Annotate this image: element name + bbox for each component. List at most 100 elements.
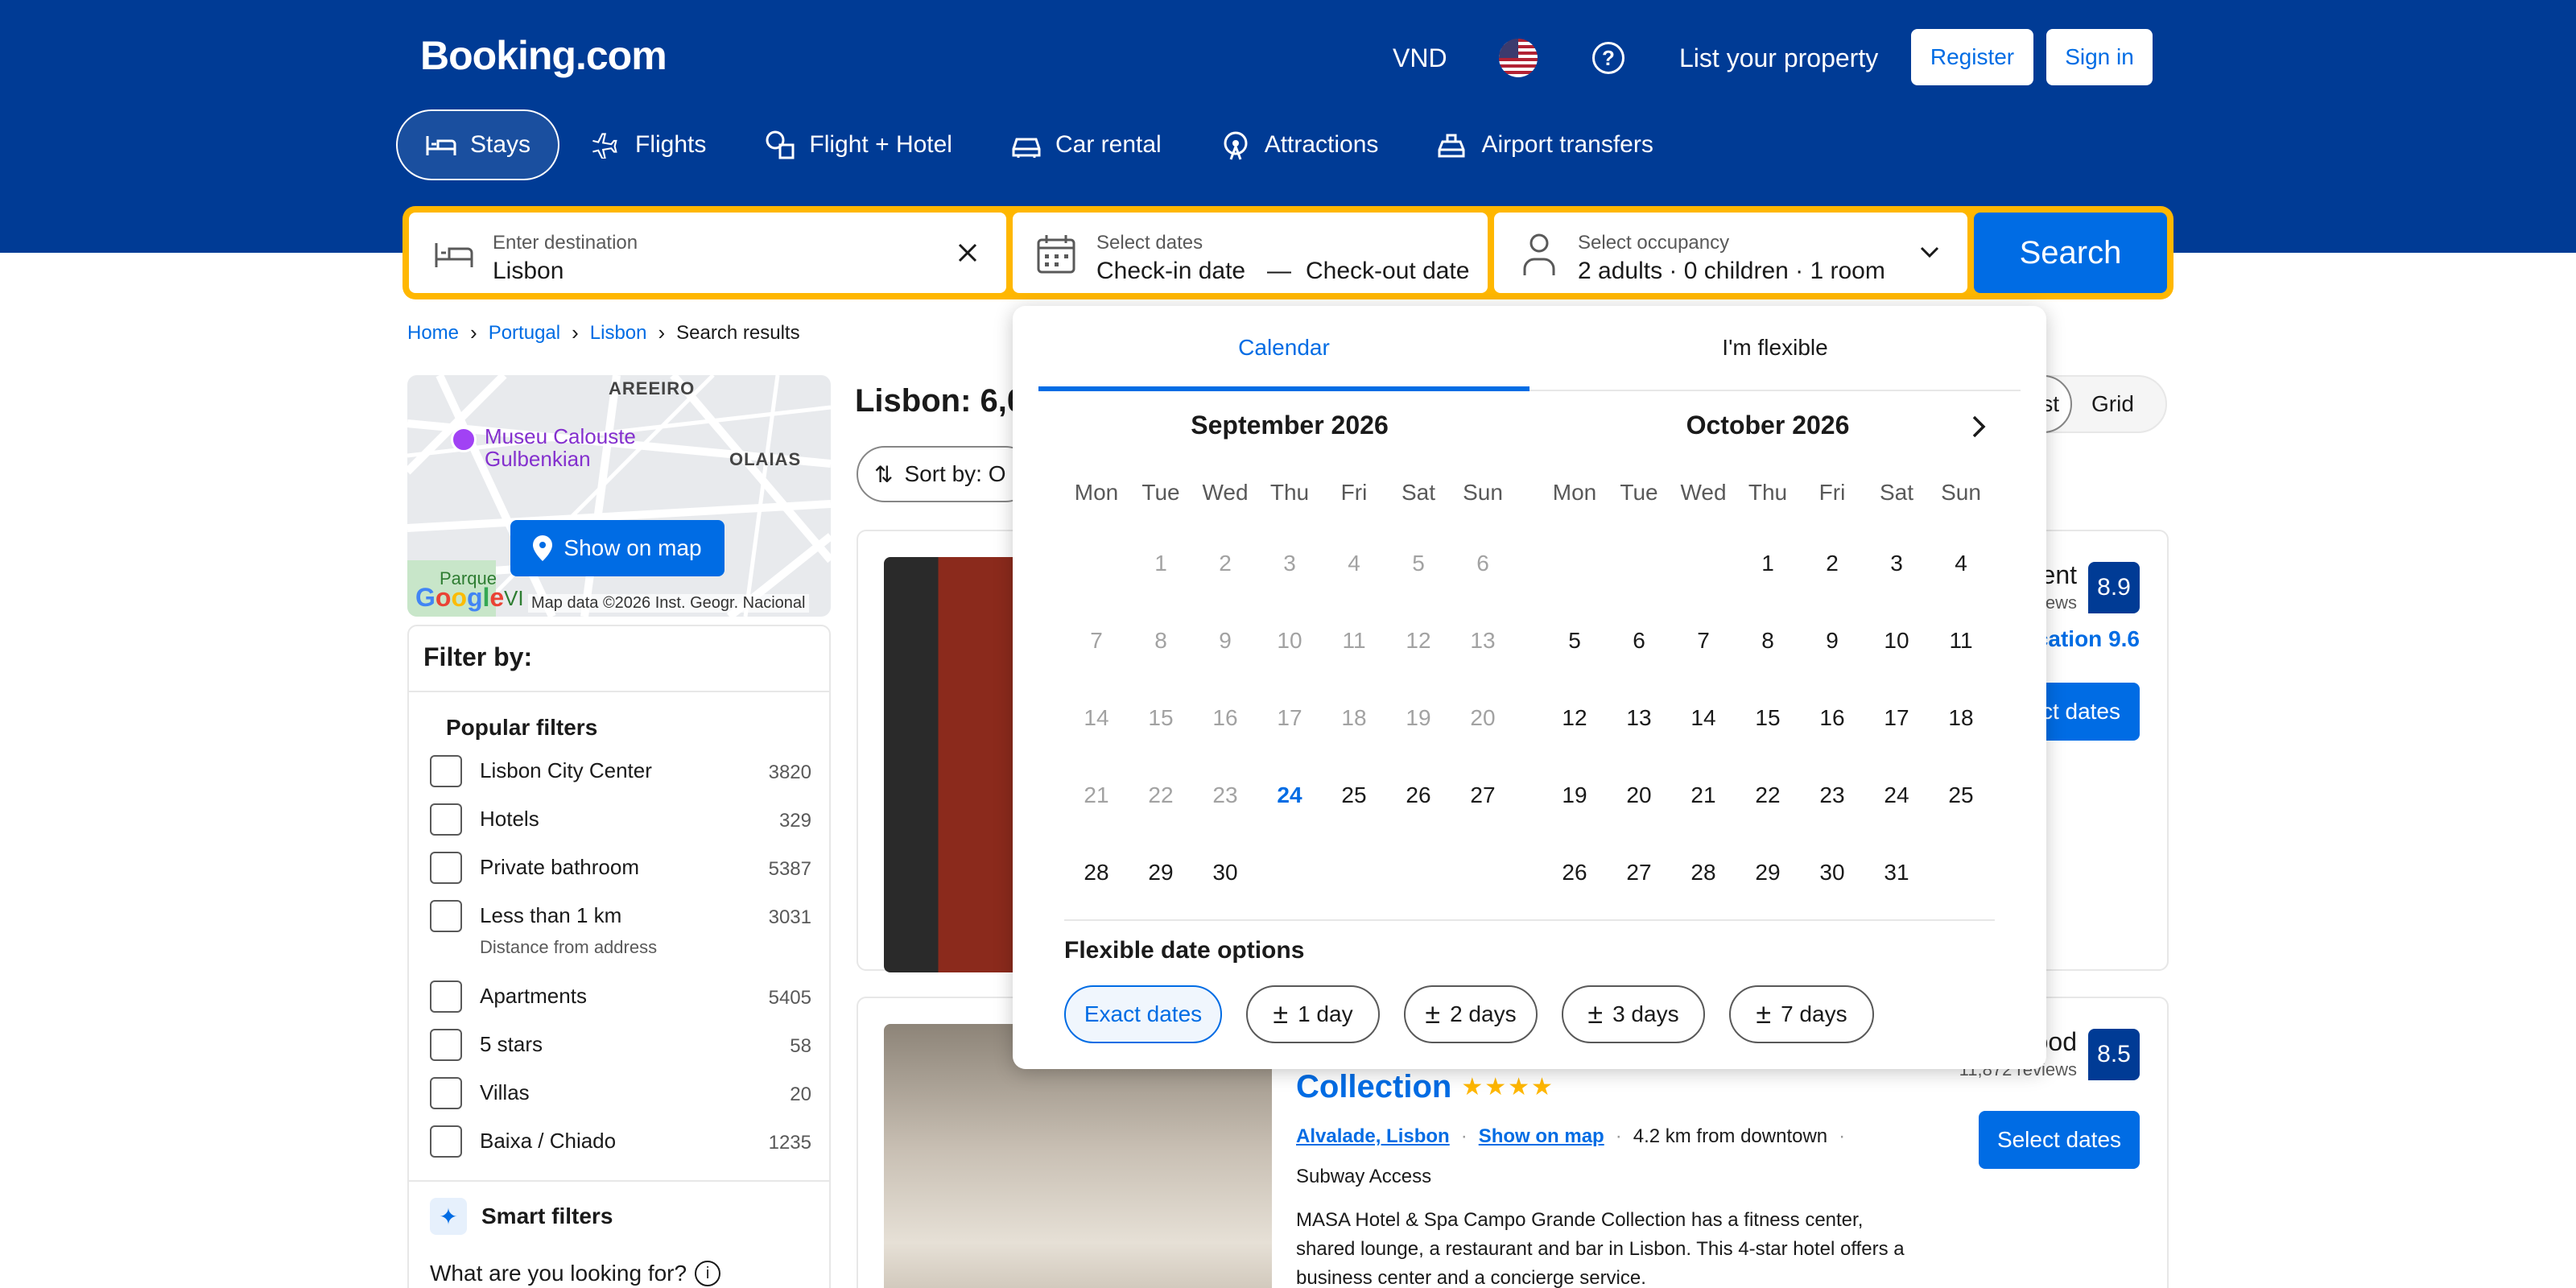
calendar-day[interactable]: 27	[1451, 763, 1515, 828]
flexible-chip[interactable]: Exact dates	[1064, 985, 1222, 1043]
search-button[interactable]: Search	[1974, 213, 2167, 293]
calendar-day[interactable]: 29	[1129, 840, 1193, 905]
filter-lisbon-city-center[interactable]: Lisbon City Center 3820	[430, 755, 811, 787]
calendar-day[interactable]: 21	[1671, 763, 1736, 828]
calendar-day[interactable]: 13	[1607, 686, 1671, 750]
sign-in-button[interactable]: Sign in	[2046, 29, 2153, 85]
calendar-day[interactable]: 27	[1607, 840, 1671, 905]
map-pin-icon	[533, 535, 553, 561]
dates-field[interactable]: Select dates Check-in date — Check-out d…	[1013, 213, 1488, 293]
checkbox[interactable]	[430, 900, 462, 932]
calendar-day[interactable]: 9	[1800, 609, 1864, 673]
hotel-area-link[interactable]: Alvalade, Lisbon	[1296, 1125, 1450, 1148]
checkbox[interactable]	[430, 852, 462, 884]
calendar-day[interactable]: 5	[1542, 609, 1607, 673]
museum-pin-icon[interactable]	[451, 427, 477, 452]
calendar-day[interactable]: 30	[1800, 840, 1864, 905]
calendar-day[interactable]: 15	[1736, 686, 1800, 750]
calendar-day[interactable]: 7	[1671, 609, 1736, 673]
breadcrumb-home[interactable]: Home	[407, 322, 459, 345]
filter-villas[interactable]: Villas 20	[430, 1077, 811, 1109]
chevron-right-icon[interactable]	[1966, 414, 1992, 440]
calendar-day[interactable]: 24	[1257, 763, 1322, 828]
checkbox[interactable]	[430, 1029, 462, 1061]
calendar-day[interactable]: 2	[1800, 531, 1864, 596]
nav-car-rental[interactable]: Car rental	[983, 109, 1189, 180]
tab-flexible[interactable]: I'm flexible	[1530, 335, 2021, 361]
calendar-day[interactable]: 28	[1064, 840, 1129, 905]
calendar-day[interactable]: 16	[1800, 686, 1864, 750]
hotel-name[interactable]: Collection ★★★★	[1296, 1069, 1554, 1105]
nav-flight-hotel[interactable]: Flight + Hotel	[737, 109, 980, 180]
breadcrumb-lisbon[interactable]: Lisbon	[590, 322, 647, 345]
calendar-day[interactable]: 28	[1671, 840, 1736, 905]
calendar-day[interactable]: 19	[1542, 763, 1607, 828]
calendar-day[interactable]: 10	[1864, 609, 1929, 673]
calendar-day[interactable]: 26	[1386, 763, 1451, 828]
calendar-day[interactable]: 23	[1800, 763, 1864, 828]
help-icon[interactable]: ?	[1592, 42, 1624, 74]
filter-apartments[interactable]: Apartments 5405	[430, 980, 811, 1013]
nav-stays[interactable]: Stays	[396, 109, 560, 180]
destination-input[interactable]: Lisbon	[493, 258, 564, 285]
info-icon[interactable]: i	[695, 1261, 721, 1286]
currency-button[interactable]: VND	[1393, 29, 1447, 87]
flexible-chip[interactable]: ±3 days	[1562, 985, 1705, 1043]
filter-private-bathroom[interactable]: Private bathroom 5387	[430, 852, 811, 884]
calendar-day[interactable]: 1	[1736, 531, 1800, 596]
filter-5-stars[interactable]: 5 stars 58	[430, 1029, 811, 1061]
filter-hotels[interactable]: Hotels 329	[430, 803, 811, 836]
calendar-day[interactable]: 4	[1929, 531, 1993, 596]
occupancy-field[interactable]: Select occupancy 2 adults · 0 children ·…	[1494, 213, 1967, 293]
subway-access: Subway Access	[1296, 1166, 1432, 1187]
checkbox[interactable]	[430, 980, 462, 1013]
calendar-day: 20	[1470, 705, 1496, 730]
flexible-chip[interactable]: ±2 days	[1404, 985, 1538, 1043]
flexible-chip[interactable]: ±1 day	[1246, 985, 1380, 1043]
filter-less-than-1km[interactable]: Less than 1 km 3031 Distance from addres…	[430, 900, 811, 957]
us-flag-icon[interactable]	[1499, 39, 1538, 77]
calendar-day[interactable]: 31	[1864, 840, 1929, 905]
calendar-day[interactable]: 25	[1322, 763, 1386, 828]
calendar-day[interactable]: 11	[1929, 609, 1993, 673]
calendar-day[interactable]: 3	[1864, 531, 1929, 596]
filter-baixa-chiado[interactable]: Baixa / Chiado 1235	[430, 1125, 811, 1158]
flexible-chip[interactable]: ±7 days	[1729, 985, 1874, 1043]
calendar-day[interactable]: 18	[1929, 686, 1993, 750]
nav-stays-label: Stays	[470, 131, 531, 158]
hotel-show-on-map-link[interactable]: Show on map	[1479, 1125, 1604, 1148]
sort-button[interactable]: ⇅ Sort by: O	[857, 446, 1034, 502]
nav-flights[interactable]: Flights	[563, 109, 733, 180]
calendar-day: 15	[1148, 705, 1174, 730]
grid-view-button[interactable]: Grid	[2091, 391, 2134, 417]
rating-word: ent	[2041, 560, 2077, 589]
calendar-day[interactable]: 17	[1864, 686, 1929, 750]
show-on-map-button[interactable]: Show on map	[510, 520, 724, 576]
calendar-day[interactable]: 29	[1736, 840, 1800, 905]
nav-airport-transfers[interactable]: Airport transfers	[1409, 109, 1680, 180]
calendar-day[interactable]: 24	[1864, 763, 1929, 828]
calendar-day[interactable]: 20	[1607, 763, 1671, 828]
map-preview[interactable]: AREEIRO OLAIAS Museu Calouste Gulbenkian…	[407, 375, 831, 617]
booking-logo[interactable]: Booking.com	[420, 32, 667, 79]
checkbox[interactable]	[430, 1125, 462, 1158]
calendar-day[interactable]: 14	[1671, 686, 1736, 750]
calendar-day[interactable]: 26	[1542, 840, 1607, 905]
calendar-day[interactable]: 25	[1929, 763, 1993, 828]
breadcrumb-portugal[interactable]: Portugal	[489, 322, 560, 345]
calendar-day[interactable]: 22	[1736, 763, 1800, 828]
calendar-day[interactable]: 8	[1736, 609, 1800, 673]
close-icon[interactable]	[956, 242, 979, 264]
select-dates-button[interactable]: Select dates	[1979, 1111, 2140, 1169]
calendar-day[interactable]: 12	[1542, 686, 1607, 750]
calendar-day[interactable]: 6	[1607, 609, 1671, 673]
calendar-day[interactable]: 30	[1193, 840, 1257, 905]
nav-attractions[interactable]: Attractions	[1192, 109, 1406, 180]
checkbox[interactable]	[430, 1077, 462, 1109]
list-property-link[interactable]: List your property	[1679, 29, 1878, 87]
checkbox[interactable]	[430, 803, 462, 836]
checkbox[interactable]	[430, 755, 462, 787]
tab-calendar[interactable]: Calendar	[1038, 335, 1530, 361]
destination-field[interactable]: Enter destination Lisbon	[409, 213, 1006, 293]
register-button[interactable]: Register	[1911, 29, 2033, 85]
